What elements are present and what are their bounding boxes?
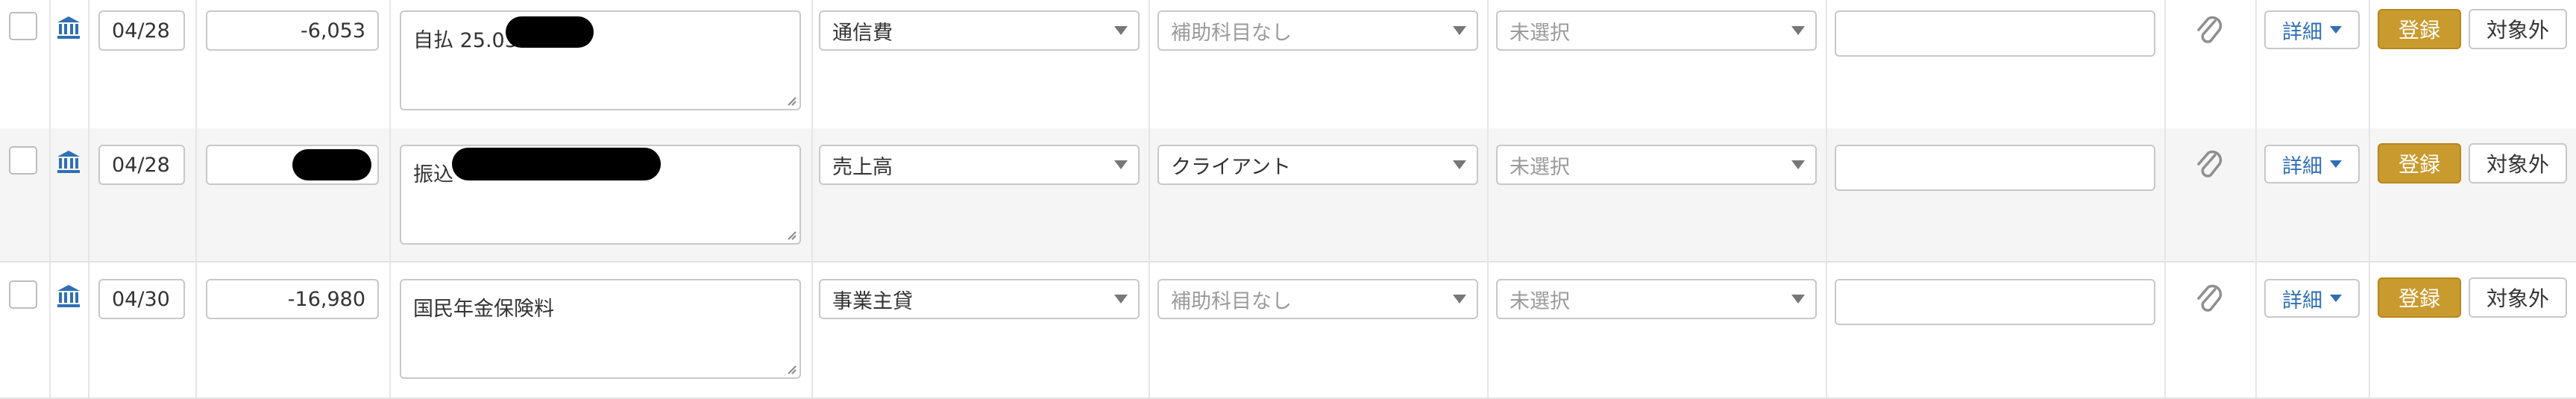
tax-select[interactable]: 未選択 <box>1496 10 1817 51</box>
sub-account-select[interactable]: 補助科目なし <box>1157 10 1478 51</box>
amount-input[interactable]: -6,053 <box>206 10 379 51</box>
memo-input[interactable] <box>1835 10 2155 57</box>
tax-select-value: 未選択 <box>1510 289 1570 313</box>
exclude-button[interactable]: 対象外 <box>2469 277 2567 318</box>
amount-input[interactable]: -16,980 <box>206 279 379 319</box>
tax-select[interactable]: 未選択 <box>1496 145 1817 185</box>
paperclip-icon[interactable] <box>2193 13 2225 49</box>
chevron-down-icon <box>1791 160 1805 169</box>
sub-account-select-value: 補助科目なし <box>1171 21 1292 45</box>
detail-dropdown-button[interactable]: 詳細 <box>2264 279 2360 318</box>
account-select-value: 売上高 <box>832 155 893 179</box>
chevron-down-icon <box>1453 160 1466 169</box>
detail-button-label: 詳細 <box>2282 289 2322 312</box>
chevron-down-icon <box>1791 26 1805 35</box>
paperclip-icon[interactable] <box>2193 148 2225 183</box>
tax-select-value: 未選択 <box>1510 155 1570 179</box>
date-input[interactable]: 04/30 <box>98 279 185 319</box>
description-textarea[interactable]: 国民年金保険料 <box>400 279 801 379</box>
chevron-down-icon <box>1114 160 1128 169</box>
chevron-down-icon <box>1791 295 1805 304</box>
table-row: 04/30 -16,980 国民年金保険料 事業主貸 補助科目なし 未選択 詳細… <box>0 263 2576 399</box>
account-select-value: 事業主貸 <box>832 289 913 313</box>
account-select-value: 通信費 <box>832 21 893 45</box>
chevron-down-icon <box>1453 26 1466 35</box>
description-textarea[interactable]: 自払 25.03 <box>400 10 801 110</box>
chevron-down-icon <box>1453 295 1466 304</box>
resize-handle-icon[interactable] <box>786 230 797 240</box>
chevron-down-icon <box>2330 160 2342 168</box>
chevron-down-icon <box>1114 295 1128 304</box>
description-text: 自払 25.03 <box>413 29 518 52</box>
register-button[interactable]: 登録 <box>2378 9 2461 49</box>
chevron-down-icon <box>2330 295 2342 302</box>
exclude-button[interactable]: 対象外 <box>2469 143 2567 183</box>
date-input[interactable]: 04/28 <box>98 10 185 51</box>
detail-button-label: 詳細 <box>2282 20 2322 44</box>
bank-icon <box>56 283 81 309</box>
row-select-checkbox[interactable] <box>9 280 37 309</box>
detail-button-label: 詳細 <box>2282 154 2322 178</box>
register-button[interactable]: 登録 <box>2378 277 2461 318</box>
account-select[interactable]: 事業主貸 <box>819 279 1140 319</box>
resize-handle-icon[interactable] <box>786 364 797 374</box>
description-text: 国民年金保険料 <box>413 298 554 321</box>
description-text: 振込 <box>413 163 453 186</box>
register-button[interactable]: 登録 <box>2378 143 2461 183</box>
sub-account-select[interactable]: 補助科目なし <box>1157 279 1478 319</box>
sub-account-select-value: クライアント <box>1171 155 1291 179</box>
transactions-table: 04/28 -6,053 自払 25.03 通信費 補助科目なし 未選択 詳細 … <box>0 0 2576 399</box>
resize-handle-icon[interactable] <box>786 95 797 106</box>
row-select-checkbox[interactable] <box>9 12 37 40</box>
bank-icon <box>56 149 81 175</box>
memo-input[interactable] <box>1835 145 2155 191</box>
tax-select-value: 未選択 <box>1510 21 1570 45</box>
bank-icon <box>56 15 81 40</box>
detail-dropdown-button[interactable]: 詳細 <box>2264 145 2360 183</box>
chevron-down-icon <box>2330 26 2342 34</box>
redaction <box>292 149 371 180</box>
detail-dropdown-button[interactable]: 詳細 <box>2264 10 2360 49</box>
tax-select[interactable]: 未選択 <box>1496 279 1817 319</box>
sub-account-select-value: 補助科目なし <box>1171 289 1292 313</box>
date-input[interactable]: 04/28 <box>98 145 185 185</box>
table-row: 04/28 -6,053 自払 25.03 通信費 補助科目なし 未選択 詳細 … <box>0 0 2576 134</box>
account-select[interactable]: 売上高 <box>819 145 1140 185</box>
sub-account-select[interactable]: クライアント <box>1157 145 1478 185</box>
paperclip-icon[interactable] <box>2193 282 2225 318</box>
table-row: 04/28 振込 売上高 クライアント 未選択 詳細 登録 対象外 <box>0 128 2576 263</box>
row-select-checkbox[interactable] <box>9 146 37 175</box>
exclude-button[interactable]: 対象外 <box>2469 9 2567 49</box>
chevron-down-icon <box>1114 26 1128 35</box>
redaction <box>452 148 661 180</box>
account-select[interactable]: 通信費 <box>819 10 1140 51</box>
memo-input[interactable] <box>1835 279 2155 325</box>
redaction <box>506 16 594 48</box>
